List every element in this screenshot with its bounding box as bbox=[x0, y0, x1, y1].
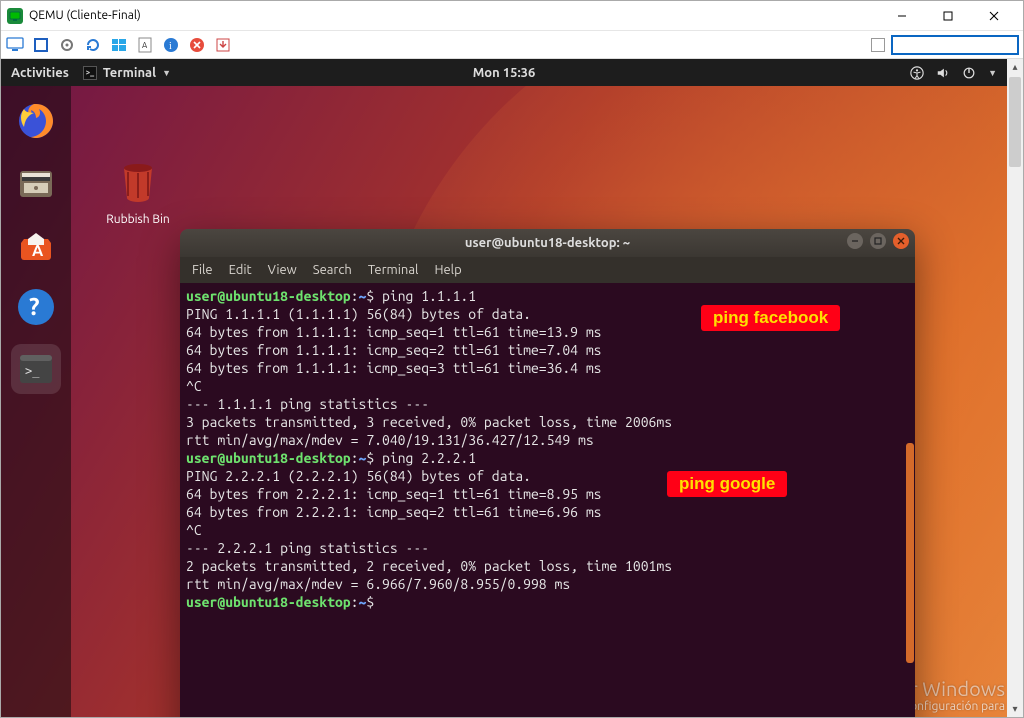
svg-text:A: A bbox=[142, 41, 148, 50]
minimize-button[interactable] bbox=[879, 1, 925, 31]
dock-terminal[interactable]: >_ bbox=[11, 344, 61, 394]
dock-firefox[interactable] bbox=[11, 96, 61, 146]
doc-icon[interactable]: A bbox=[135, 35, 155, 55]
menu-terminal[interactable]: Terminal bbox=[368, 263, 419, 277]
status-area[interactable]: ▼ bbox=[910, 66, 997, 80]
menu-help[interactable]: Help bbox=[434, 263, 461, 277]
menu-search[interactable]: Search bbox=[313, 263, 352, 277]
ubuntu-desktop[interactable]: Activities >_ Terminal ▼ Mon 15:36 ▼ bbox=[1, 59, 1007, 717]
dock-help[interactable]: ? bbox=[11, 282, 61, 332]
chevron-down-icon: ▼ bbox=[162, 68, 171, 78]
monitor-icon[interactable] bbox=[5, 35, 25, 55]
gnome-top-bar: Activities >_ Terminal ▼ Mon 15:36 ▼ bbox=[1, 59, 1007, 86]
download-icon[interactable] bbox=[213, 35, 233, 55]
qemu-body: Activities >_ Terminal ▼ Mon 15:36 ▼ bbox=[1, 59, 1023, 717]
scroll-up-icon[interactable]: ▴ bbox=[1007, 59, 1023, 75]
annotation-ping-facebook: ping facebook bbox=[701, 305, 840, 331]
accessibility-icon bbox=[910, 66, 924, 80]
qemu-window-controls bbox=[879, 1, 1017, 31]
app-menu-label: Terminal bbox=[103, 66, 156, 80]
terminal-body[interactable]: user@ubuntu18-desktop:~$ ping 1.1.1.1 PI… bbox=[180, 283, 915, 717]
activities-button[interactable]: Activities bbox=[11, 66, 69, 80]
qemu-window-title: QEMU (Cliente-Final) bbox=[29, 9, 141, 22]
dock-files[interactable] bbox=[11, 158, 61, 208]
terminal-maximize-button[interactable] bbox=[870, 233, 886, 249]
svg-text:?: ? bbox=[29, 293, 40, 320]
rubbish-bin-icon[interactable]: Rubbish Bin bbox=[96, 159, 180, 226]
gear-icon[interactable] bbox=[57, 35, 77, 55]
terminal-menubar: File Edit View Search Terminal Help bbox=[180, 257, 915, 283]
dock-software[interactable]: A bbox=[11, 220, 61, 270]
qemu-search-input[interactable] bbox=[891, 35, 1019, 55]
menu-view[interactable]: View bbox=[268, 263, 297, 277]
terminal-title: user@ubuntu18-desktop: ~ bbox=[465, 236, 630, 250]
qemu-vertical-scrollbar[interactable]: ▴ ▾ bbox=[1007, 59, 1023, 717]
svg-text:A: A bbox=[32, 242, 44, 260]
scroll-down-icon[interactable]: ▾ bbox=[1007, 701, 1023, 717]
terminal-scrollbar-thumb[interactable] bbox=[906, 443, 914, 663]
terminal-window-controls bbox=[847, 233, 909, 249]
terminal-mini-icon: >_ bbox=[83, 66, 97, 80]
scroll-track[interactable] bbox=[1007, 75, 1023, 701]
annotation-ping-google: ping google bbox=[667, 471, 787, 497]
terminal-minimize-button[interactable] bbox=[847, 233, 863, 249]
fullscreen-icon[interactable] bbox=[31, 35, 51, 55]
windows-icon[interactable] bbox=[109, 35, 129, 55]
volume-icon bbox=[936, 66, 950, 80]
qemu-titlebar: QEMU (Cliente-Final) bbox=[1, 1, 1023, 31]
refresh-icon[interactable] bbox=[83, 35, 103, 55]
qemu-host-window: QEMU (Cliente-Final) A i Activities >_ bbox=[0, 0, 1024, 718]
menu-edit[interactable]: Edit bbox=[229, 263, 252, 277]
scroll-thumb[interactable] bbox=[1009, 77, 1021, 167]
chevron-down-icon: ▼ bbox=[988, 68, 997, 78]
app-menu[interactable]: >_ Terminal ▼ bbox=[83, 66, 171, 80]
power-icon bbox=[962, 66, 976, 80]
close-red-icon[interactable] bbox=[187, 35, 207, 55]
svg-text:>_: >_ bbox=[25, 364, 40, 378]
svg-text:i: i bbox=[169, 41, 172, 52]
rubbish-bin-label: Rubbish Bin bbox=[96, 213, 180, 226]
qemu-toolbar: A i bbox=[1, 31, 1023, 59]
terminal-window: user@ubuntu18-desktop: ~ File Edit View … bbox=[180, 229, 915, 717]
terminal-close-button[interactable] bbox=[893, 233, 909, 249]
trash-icon bbox=[114, 159, 162, 207]
close-button[interactable] bbox=[971, 1, 1017, 31]
qemu-app-icon bbox=[7, 8, 23, 24]
clock[interactable]: Mon 15:36 bbox=[473, 66, 536, 80]
info-icon[interactable]: i bbox=[161, 35, 181, 55]
maximize-button[interactable] bbox=[925, 1, 971, 31]
toolbar-indicator bbox=[871, 38, 885, 52]
dock: A ? >_ bbox=[1, 86, 71, 717]
menu-file[interactable]: File bbox=[192, 263, 213, 277]
terminal-titlebar[interactable]: user@ubuntu18-desktop: ~ bbox=[180, 229, 915, 257]
